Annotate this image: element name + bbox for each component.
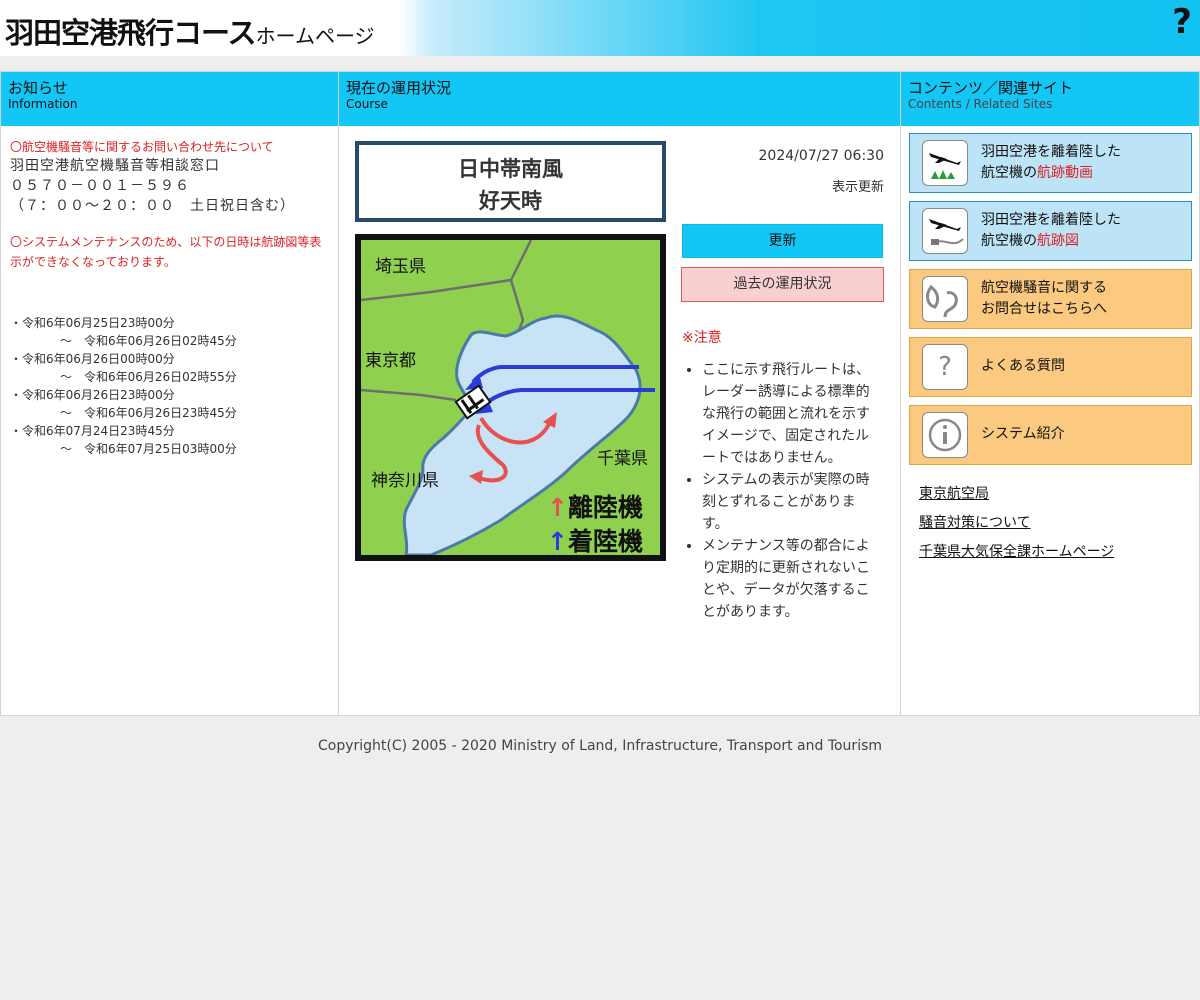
legend-departure: ↑離陸機: [547, 493, 643, 522]
past-status-button[interactable]: 過去の運用状況: [681, 267, 884, 302]
notice-title: ※注意: [682, 330, 722, 346]
status-line-1: 日中帯南風: [458, 157, 563, 181]
footer-copyright: Copyright(C) 2005 - 2020 Ministry of Lan…: [317, 738, 883, 754]
course-heading-en: Course: [346, 97, 388, 111]
notice-list: ここに示す飛行ルートは、レーダー誘導による標準的な飛行の範囲と流れを示すイメージ…: [682, 359, 882, 623]
schedule-item: ・令和6年06月25日23時00分 ～ 令和6年06月26日02時45分: [10, 316, 237, 348]
system-intro-link[interactable]: システム紹介: [909, 405, 1192, 465]
site-title-main: 羽田空港飛行コース: [5, 16, 257, 50]
info-body: 〇航空機騒音等に関するお問い合わせ先について 羽田空港航空機騒音等相談窓口 ０５…: [1, 126, 338, 470]
related-site-links: 東京航空局 騒音対策について 千葉県大気保全課ホームページ: [919, 480, 1114, 567]
map-label-kanagawa: 神奈川県: [371, 471, 439, 491]
noise-inquiry-link-text: 航空機騒音に関する お問合せはこちらへ: [981, 280, 1107, 317]
notice-item: ここに示す飛行ルートは、レーダー誘導による標準的な飛行の範囲と流れを示すイメージ…: [702, 359, 882, 469]
contents-panel-header: コンテンツ／関連サイト Contents / Related Sites: [901, 72, 1199, 126]
update-timestamp: 2024/07/27 06:30: [758, 148, 885, 164]
operation-status-box: 日中帯南風 好天時: [355, 141, 666, 222]
status-line-2: 好天時: [479, 189, 542, 213]
map-label-saitama: 埼玉県: [375, 257, 426, 277]
maintenance-schedule: ・令和6年06月25日23時00分 ～ 令和6年06月26日02時45分 ・令和…: [10, 314, 329, 458]
contact-name: 羽田空港航空機騒音等相談窓口: [10, 158, 220, 174]
contents-panel: コンテンツ／関連サイト Contents / Related Sites 羽田空…: [900, 71, 1200, 716]
course-panel: 現在の運用状況 Course 日中帯南風 好天時 埼玉県 東京都 千葉県 神奈川…: [338, 71, 901, 716]
link-tokyo-aviation-bureau[interactable]: 東京航空局: [919, 480, 1114, 509]
airplane-track-icon: [922, 208, 968, 254]
update-timestamp-label: 表示更新: [831, 180, 884, 195]
schedule-item: ・令和6年06月26日23時00分 ～ 令和6年06月26日23時45分: [10, 388, 237, 420]
help-icon[interactable]: ?: [1172, 2, 1192, 42]
map-label-tokyo: 東京都: [365, 351, 416, 371]
legend-arrival: ↑着陸機: [547, 527, 643, 556]
info-heading-en: Information: [8, 97, 78, 111]
faq-link[interactable]: ? よくある質問: [909, 337, 1192, 397]
legend-departure-arrow: ↑: [547, 493, 568, 522]
notice-item: システムの表示が実際の時刻とずれることがあります。: [702, 469, 882, 535]
schedule-item: ・令和6年06月26日00時00分 ～ 令和6年06月26日02時55分: [10, 352, 237, 384]
contents-heading-en: Contents / Related Sites: [908, 97, 1053, 111]
legend-arrival-arrow: ↑: [547, 527, 568, 556]
update-button[interactable]: 更新: [682, 224, 883, 258]
course-heading: 現在の運用状況: [346, 79, 452, 97]
noise-inquiry-link[interactable]: 航空機騒音に関する お問合せはこちらへ: [909, 269, 1192, 329]
contact-hours: （７：００～２０：００ 土日祝日含む）: [10, 198, 295, 214]
track-map-link[interactable]: 羽田空港を離着陸した 航空機の航跡図: [909, 201, 1192, 261]
noise-inquiry-icon: [922, 276, 968, 322]
site-title-sub: ホームページ: [255, 24, 375, 48]
question-icon: ?: [922, 344, 968, 390]
flight-route-map[interactable]: 埼玉県 東京都 千葉県 神奈川県 ↑離陸機 ↑着陸機: [355, 234, 666, 561]
link-noise-measures[interactable]: 騒音対策について: [919, 509, 1114, 538]
border-tokyo-kanagawa: [361, 388, 457, 402]
info-heading: お知らせ: [8, 79, 68, 97]
notice-item: メンテナンス等の都合により定期的に更新されないことや、データが欠落することがあり…: [702, 535, 882, 623]
info-panel-header: お知らせ Information: [1, 72, 338, 126]
contact-title: 〇航空機騒音等に関するお問い合わせ先について: [10, 140, 274, 154]
info-panel: お知らせ Information 〇航空機騒音等に関するお問い合わせ先について …: [0, 71, 339, 716]
track-video-link-text: 羽田空港を離着陸した 航空機の航跡動画: [981, 144, 1121, 181]
airplane-video-icon: [922, 140, 968, 186]
track-video-link[interactable]: 羽田空港を離着陸した 航空機の航跡動画: [909, 133, 1192, 193]
faq-link-text: よくある質問: [981, 358, 1065, 374]
link-chiba-air-quality[interactable]: 千葉県大気保全課ホームページ: [919, 538, 1114, 567]
maintenance-notice: 〇システムメンテナンスのため、以下の日時は航跡図等表示ができなくなっております。: [10, 235, 322, 269]
map-label-chiba: 千葉県: [597, 449, 648, 469]
site-header: 羽田空港飛行コースホームページ ?: [0, 0, 1200, 56]
track-map-link-text: 羽田空港を離着陸した 航空機の航跡図: [981, 212, 1121, 249]
course-panel-header: 現在の運用状況 Course: [339, 72, 900, 126]
contents-heading: コンテンツ／関連サイト: [908, 79, 1074, 97]
contact-phone: ０５７０－００１－５９６: [10, 178, 190, 194]
info-icon: [922, 412, 968, 458]
schedule-item: ・令和6年07月24日23時45分 ～ 令和6年07月25日03時00分: [10, 424, 237, 456]
system-intro-link-text: システム紹介: [981, 426, 1065, 442]
site-title[interactable]: 羽田空港飛行コースホームページ: [5, 10, 375, 52]
